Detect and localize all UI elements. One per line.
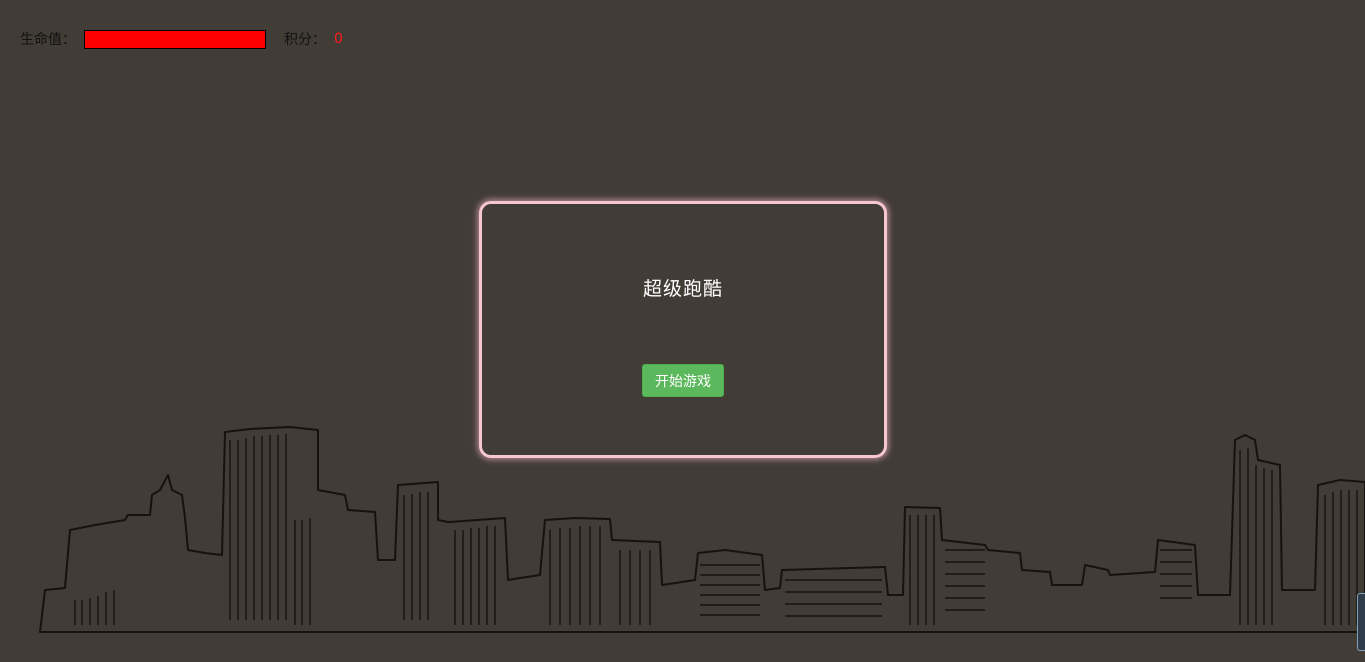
score-value: 0 (334, 31, 343, 47)
side-panel-tab-icon[interactable] (1357, 593, 1365, 651)
game-title: 超级跑酷 (642, 278, 723, 300)
game-stage[interactable]: 生命值： 积分： 0 超级跑酷 开始游戏 (0, 0, 1365, 662)
hp-label: 生命值： (20, 32, 76, 48)
hp-bar (84, 29, 266, 49)
score-label: 积分： (284, 32, 326, 48)
hud: 生命值： 积分： 0 (20, 29, 343, 49)
start-game-button[interactable]: 开始游戏 (642, 364, 724, 397)
skyline-window-strokes (74, 434, 1358, 625)
start-dialog: 超级跑酷 开始游戏 (479, 201, 887, 458)
